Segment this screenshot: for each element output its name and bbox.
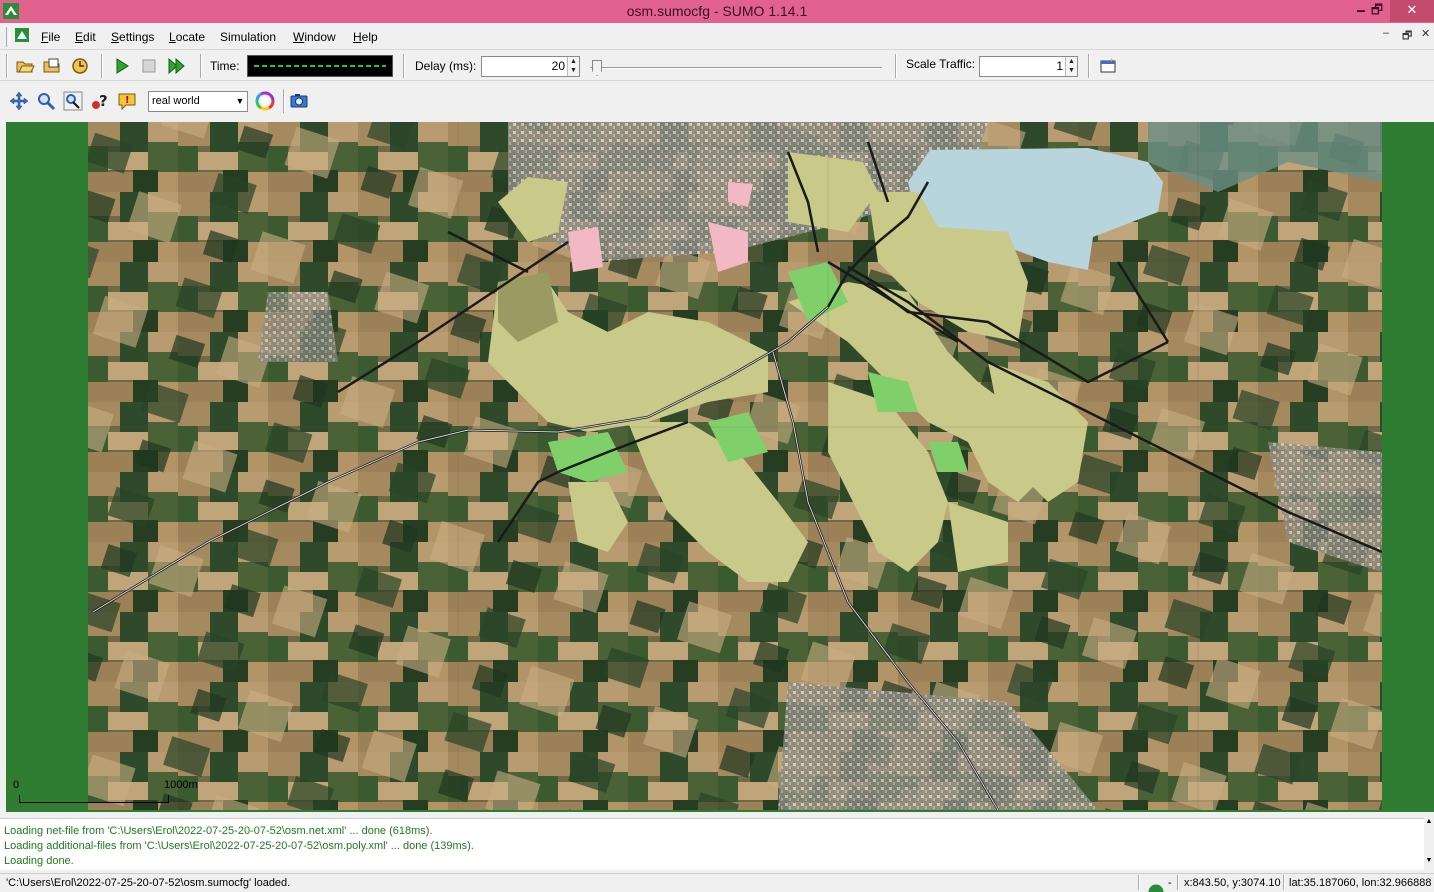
menu-help[interactable]: Help — [353, 30, 378, 44]
stop-icon[interactable] — [139, 56, 159, 76]
breakpoint-icon[interactable] — [1098, 56, 1118, 76]
geo-icon — [1148, 884, 1164, 892]
reload-icon[interactable] — [42, 56, 62, 76]
toolbar-grip[interactable] — [6, 27, 10, 47]
sumo-document-icon — [15, 28, 29, 42]
mdi-restore-button[interactable]: 🗗 — [1402, 27, 1412, 46]
delay-spinner[interactable]: 20 ▲ ▼ — [481, 56, 580, 77]
menu-simulation[interactable]: Simulation — [220, 30, 276, 44]
time-digits — [254, 65, 386, 67]
color-scheme-select[interactable]: real world ▼ — [148, 91, 248, 112]
menu-window-mnemonic: W — [293, 30, 305, 44]
menu-locate-label: ocate — [175, 30, 206, 44]
message-scrollbar[interactable]: ▲ ▼ — [1424, 818, 1434, 870]
window-title: osm.sumocfg - SUMO 1.14.1 — [626, 3, 808, 19]
menu-simulation-mnemonic: S — [220, 30, 229, 44]
menu-locate-mnemonic: L — [169, 30, 176, 44]
menu-simulation-label: imulation — [228, 30, 277, 44]
toolbar-separator — [200, 54, 202, 78]
svg-text:!: ! — [125, 95, 130, 106]
menu-window[interactable]: Window — [293, 30, 336, 44]
message-line: Loading net-file from 'C:\Users\Erol\202… — [4, 825, 433, 837]
scale-bar — [19, 795, 169, 803]
recenter-icon[interactable] — [9, 91, 29, 111]
status-dash: - — [1168, 877, 1172, 889]
status-bar: 'C:\Users\Erol\2022-07-25-20-07-52\osm.s… — [0, 873, 1434, 892]
cursor-geo-coordinates: lat:35.187060, lon:32.966888 — [1289, 877, 1432, 889]
menu-file[interactable]: File — [41, 30, 60, 44]
view-toolbar: ? ! real world ▼ — [0, 86, 1434, 118]
open-icon[interactable] — [15, 56, 35, 76]
scale-traffic-value[interactable]: 1 — [1056, 59, 1063, 73]
delay-slider-thumb[interactable] — [592, 60, 602, 76]
scale-zero-label: 0 — [13, 779, 20, 791]
time-label: Time: — [210, 59, 240, 73]
menu-settings-label: ettings — [119, 30, 155, 44]
menu-window-label: indow — [304, 30, 336, 44]
screenshot-icon[interactable] — [289, 91, 309, 111]
zoom-icon[interactable] — [36, 91, 56, 111]
step-icon[interactable] — [166, 56, 186, 76]
toolbar-separator — [283, 89, 285, 113]
delay-value[interactable]: 20 — [552, 59, 565, 73]
message-line: Loading additional-files from 'C:\Users\… — [4, 840, 474, 852]
message-window: Loading net-file from 'C:\Users\Erol\202… — [0, 818, 1424, 870]
simulation-toolbar: Time: Delay (ms): 20 ▲ ▼ Scale Traffic: 1… — [0, 51, 1434, 81]
delay-slider[interactable] — [586, 57, 886, 77]
close-button[interactable]: ✕ — [1390, 0, 1434, 22]
locate-icon[interactable] — [63, 91, 83, 111]
delay-spinner-arrows[interactable]: ▲ ▼ — [567, 57, 579, 76]
scale-length-label: 1000m — [164, 779, 198, 791]
map-view[interactable]: 0 1000m — [6, 122, 1434, 812]
message-icon[interactable]: ! — [117, 91, 137, 111]
scale-traffic-spinner[interactable]: 1 ▲ ▼ — [979, 56, 1078, 77]
status-text: 'C:\Users\Erol\2022-07-25-20-07-52\osm.s… — [6, 877, 291, 889]
query-icon[interactable]: ? — [90, 91, 110, 111]
menu-help-mnemonic: H — [353, 30, 362, 44]
maximize-button[interactable]: 🗗 — [1362, 0, 1392, 22]
cursor-coordinates: x:843.50, y:3074.10 — [1184, 877, 1281, 889]
scale-traffic-label: Scale Traffic: — [906, 57, 976, 71]
menu-edit[interactable]: Edit — [75, 30, 96, 44]
toolbar-separator — [1088, 54, 1090, 78]
menu-bar: File Edit Settings Locate Simulation Win… — [0, 24, 1434, 50]
color-wheel-icon[interactable] — [255, 91, 275, 111]
status-separator — [1138, 875, 1140, 890]
chevron-down-icon[interactable]: ▼ — [233, 92, 247, 111]
mdi-close-button[interactable]: ✕ — [1421, 27, 1430, 40]
menu-help-label: elp — [361, 30, 378, 44]
status-separator — [1177, 875, 1179, 890]
run-icon[interactable] — [112, 56, 132, 76]
status-separator — [1283, 875, 1285, 890]
menu-edit-mnemonic: E — [75, 30, 84, 44]
satellite-map[interactable] — [88, 122, 1382, 810]
menu-locate[interactable]: Locate — [169, 30, 205, 44]
color-scheme-value[interactable]: real world — [152, 95, 200, 107]
menu-settings[interactable]: Settings — [111, 30, 154, 44]
menu-file-label: ile — [48, 30, 61, 44]
delay-slider-track[interactable] — [590, 67, 882, 69]
menu-settings-mnemonic: S — [111, 30, 120, 44]
message-line: Loading done. — [4, 855, 74, 867]
toolbar-separator — [403, 54, 405, 78]
mdi-minimize-button[interactable]: – — [1383, 27, 1389, 39]
toolbar-separator — [101, 54, 103, 78]
title-bar: osm.sumocfg - SUMO 1.14.1 🗕 🗗 ✕ — [0, 0, 1434, 23]
delay-label: Delay (ms): — [415, 59, 477, 73]
menu-edit-label: dit — [83, 30, 96, 44]
scale-traffic-spinner-arrows[interactable]: ▲ ▼ — [1065, 57, 1077, 76]
time-display — [247, 55, 393, 77]
recent-icon[interactable] — [70, 56, 90, 76]
toolbar-separator — [895, 54, 897, 78]
toolbar-grip[interactable] — [6, 54, 8, 78]
svg-text:?: ? — [99, 92, 108, 110]
